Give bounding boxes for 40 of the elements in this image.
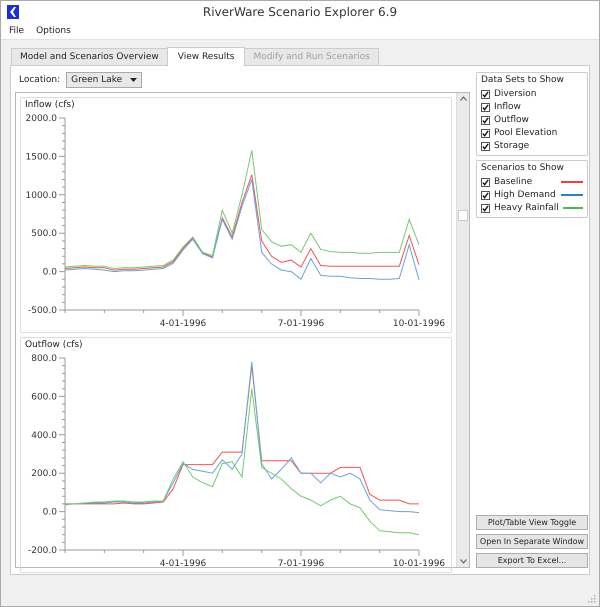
tick-label: 4-01-1996 bbox=[160, 559, 206, 569]
tab[interactable]: Model and Scenarios Overview bbox=[11, 48, 168, 65]
location-label: Location: bbox=[19, 75, 60, 85]
checkbox-label: High Demand bbox=[494, 190, 557, 200]
tick-label: 800.0 bbox=[31, 354, 57, 364]
menu-item[interactable]: Options bbox=[32, 26, 75, 36]
checkbox-label: Heavy Rainfall bbox=[494, 203, 559, 213]
checkbox-label: Storage bbox=[494, 141, 530, 151]
tick-label: 2000.0 bbox=[26, 114, 57, 124]
tick-label: 7-01-1996 bbox=[278, 319, 324, 329]
tick-label: 600.0 bbox=[31, 392, 57, 402]
tick-label: -500.0 bbox=[28, 306, 57, 316]
tick-label: 0.0 bbox=[42, 508, 57, 518]
tick-label: 500.0 bbox=[31, 229, 57, 240]
location-dropdown[interactable]: Green Lake bbox=[66, 72, 142, 88]
action-button[interactable]: Export To Excel... bbox=[476, 553, 588, 568]
window-title: RiverWare Scenario Explorer 6.9 bbox=[202, 5, 398, 19]
group-title: Scenarios to Show bbox=[481, 163, 565, 174]
tick-label: 1500.0 bbox=[26, 152, 57, 162]
tick-label: 4-01-1996 bbox=[160, 319, 206, 329]
chart-title: Outflow (cfs) bbox=[24, 340, 83, 350]
tick-label: -200.0 bbox=[28, 546, 57, 556]
tick-label: 10-01-1996 bbox=[392, 559, 446, 569]
tab[interactable]: View Results bbox=[166, 47, 246, 66]
action-button[interactable]: Plot/Table View Toggle bbox=[476, 515, 588, 530]
checkbox-label: Diversion bbox=[494, 89, 538, 99]
tick-label: 1000.0 bbox=[26, 190, 57, 201]
tick-label: 7-01-1996 bbox=[278, 559, 324, 569]
menu-item[interactable]: File bbox=[5, 26, 28, 36]
checkbox-label: Pool Elevation bbox=[494, 128, 558, 138]
chart-title: Inflow (cfs) bbox=[24, 100, 75, 110]
tick-label: 200.0 bbox=[31, 469, 57, 480]
checkbox-label: Inflow bbox=[494, 102, 522, 112]
tick-label: 400.0 bbox=[31, 430, 57, 441]
tick-label: 10-01-1996 bbox=[392, 319, 446, 329]
action-button[interactable]: Open In Separate Window bbox=[476, 534, 588, 549]
tick-label: 0.0 bbox=[42, 268, 57, 278]
checkbox-label: Outflow bbox=[494, 115, 530, 125]
group-title: Data Sets to Show bbox=[481, 75, 565, 86]
checkbox-label: Baseline bbox=[494, 177, 534, 187]
